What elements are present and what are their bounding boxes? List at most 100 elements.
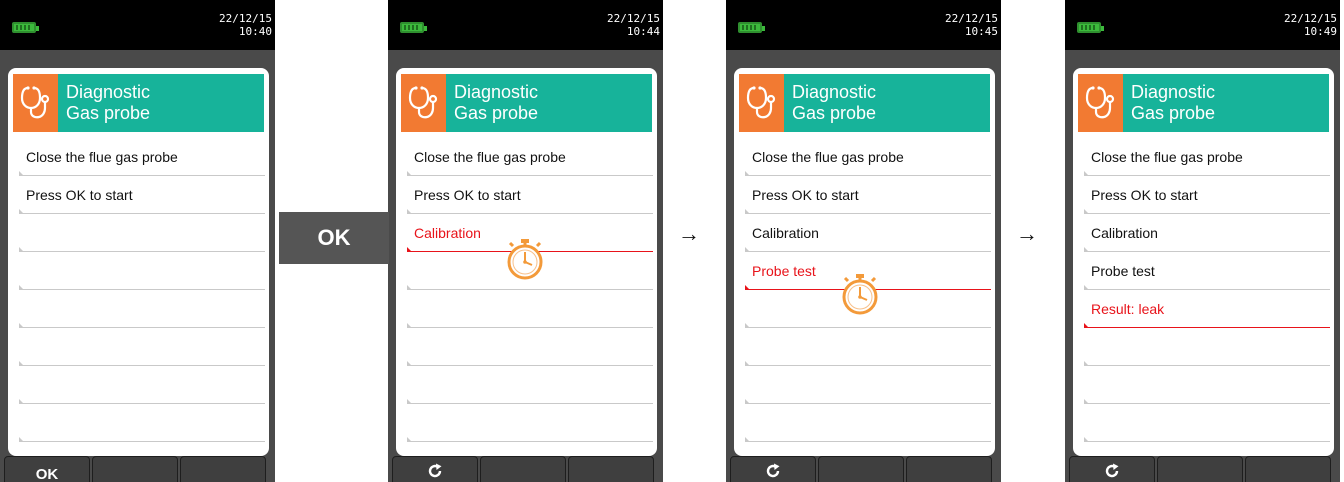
title-line-2: Gas probe (66, 103, 151, 123)
list-item (19, 252, 265, 290)
title-line-1: Diagnostic (792, 82, 877, 102)
list-item-label: Calibration (752, 225, 819, 241)
softkey-2[interactable] (818, 456, 904, 482)
device-screen: 22/12/15 10:45 Diagnostic Gas probe Close t… (726, 0, 1001, 482)
softkey-3[interactable] (568, 456, 654, 482)
list-item: Press OK to start (1084, 176, 1330, 214)
softkey-bar (1065, 456, 1340, 482)
title-line-1: Diagnostic (454, 82, 539, 102)
row-corner-marker (745, 437, 750, 442)
title-line-2: Gas probe (454, 103, 539, 123)
date-text: 22/12/15 (607, 12, 660, 25)
panel-header: Diagnostic Gas probe (401, 74, 652, 132)
row-corner-marker (1084, 437, 1089, 442)
stethoscope-icon (1078, 74, 1123, 132)
datetime: 22/12/15 10:44 (607, 12, 660, 38)
list-item: Press OK to start (745, 176, 991, 214)
panel-header: Diagnostic Gas probe (13, 74, 264, 132)
datetime: 22/12/15 10:45 (945, 12, 998, 38)
panel-title: Diagnostic Gas probe (454, 82, 538, 124)
softkey-1[interactable] (730, 456, 816, 482)
list-item-label: Press OK to start (752, 187, 859, 203)
list-item: Close the flue gas probe (1084, 138, 1330, 176)
list-item-label: Press OK to start (414, 187, 521, 203)
list-item (407, 404, 653, 442)
list-item-label: Calibration (1091, 225, 1158, 241)
time-text: 10:45 (964, 25, 998, 38)
softkey-3[interactable] (180, 456, 266, 482)
softkey-label: OK (35, 466, 59, 482)
list-item (407, 290, 653, 328)
panel-header: Diagnostic Gas probe (1078, 74, 1329, 132)
list-item (407, 328, 653, 366)
list-item (745, 328, 991, 366)
date-text: 22/12/15 (219, 12, 272, 25)
softkey-2[interactable] (1157, 456, 1243, 482)
device-screen: 22/12/15 10:49 Diagnostic Gas probe Close t… (1065, 0, 1340, 482)
title-line-1: Diagnostic (66, 82, 151, 102)
softkey-1[interactable] (1069, 456, 1155, 482)
date-text: 22/12/15 (1284, 12, 1337, 25)
list-item-label: Close the flue gas probe (752, 149, 904, 165)
status-bar: 22/12/15 10:40 (0, 0, 275, 50)
list-item (745, 404, 991, 442)
list-item-label: Close the flue gas probe (1091, 149, 1243, 165)
list-item: Close the flue gas probe (407, 138, 653, 176)
list-item: Press OK to start (407, 176, 653, 214)
panel-title: Diagnostic Gas probe (1131, 82, 1215, 124)
list-item (19, 366, 265, 404)
list-item (1084, 404, 1330, 442)
stethoscope-icon (13, 74, 58, 132)
list-item (407, 366, 653, 404)
battery-icon (400, 22, 427, 33)
list-item: Probe test (1084, 252, 1330, 290)
status-bar: 22/12/15 10:44 (388, 0, 663, 50)
arrow-2: → (1016, 221, 1038, 246)
list-item (1084, 366, 1330, 404)
date-text: 22/12/15 (945, 12, 998, 25)
softkey-bar: OK (0, 456, 275, 482)
softkey-1[interactable]: OK (4, 456, 90, 482)
arrow-1: → (678, 221, 700, 246)
title-line-2: Gas probe (792, 103, 877, 123)
time-text: 10:44 (626, 25, 660, 38)
softkey-3[interactable] (1245, 456, 1331, 482)
list-item-label: Press OK to start (1091, 187, 1198, 203)
time-text: 10:49 (1303, 25, 1337, 38)
list-item: Calibration (745, 214, 991, 252)
list-item: Result: leak (1084, 290, 1330, 328)
list-item-label: Close the flue gas probe (26, 149, 178, 165)
stopwatch-icon (839, 272, 881, 321)
list-item-label: Probe test (1091, 263, 1155, 279)
refresh-icon (765, 463, 781, 482)
battery-icon (738, 22, 765, 33)
softkey-3[interactable] (906, 456, 992, 482)
status-bar: 22/12/15 10:45 (726, 0, 1001, 50)
title-line-1: Diagnostic (1131, 82, 1216, 102)
battery-icon (1077, 22, 1104, 33)
ok-step-label: OK (279, 212, 389, 264)
list-item-label: Calibration (414, 225, 481, 241)
battery-icon (12, 22, 39, 33)
stopwatch-icon (504, 237, 546, 286)
softkey-2[interactable] (92, 456, 178, 482)
diagnostic-panel: Diagnostic Gas probe Close the flue gas pr… (396, 68, 657, 456)
list-item (19, 328, 265, 366)
refresh-icon (1104, 463, 1120, 482)
softkey-1[interactable] (392, 456, 478, 482)
list-item-label: Probe test (752, 263, 816, 279)
softkey-bar (726, 456, 1001, 482)
device-screen: 22/12/15 10:44 Diagnostic Gas probe Close t… (388, 0, 663, 482)
list-item (1084, 328, 1330, 366)
softkey-2[interactable] (480, 456, 566, 482)
stethoscope-icon (401, 74, 446, 132)
list-item: Press OK to start (19, 176, 265, 214)
panel-title: Diagnostic Gas probe (792, 82, 876, 124)
time-text: 10:40 (238, 25, 272, 38)
list-item: Calibration (1084, 214, 1330, 252)
list-item (19, 290, 265, 328)
softkey-bar (388, 456, 663, 482)
stethoscope-icon (739, 74, 784, 132)
panel-header: Diagnostic Gas probe (739, 74, 990, 132)
row-corner-marker (19, 437, 24, 442)
